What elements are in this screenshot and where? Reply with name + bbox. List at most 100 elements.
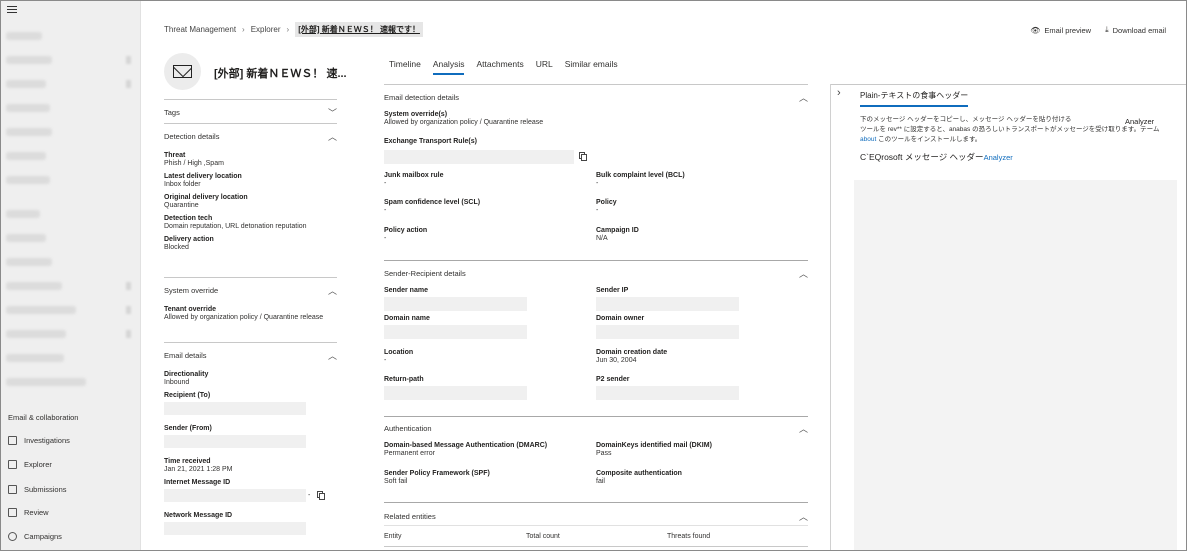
nav-item-campaigns[interactable]: Campaigns: [8, 532, 62, 541]
tags-section: Tags ﹀: [164, 99, 337, 119]
field-label: DomainKeys identified mail (DKIM): [596, 442, 712, 449]
header-textarea[interactable]: [854, 180, 1177, 550]
chevron-up-icon[interactable]: ︿: [328, 130, 337, 143]
breadcrumb-explorer[interactable]: Explorer: [251, 25, 281, 34]
detection-details-section: Detection details ︿ Threat Phish / High …: [164, 123, 337, 252]
tab-plain-text-header[interactable]: Plain-テキストの食事ヘッダー: [860, 90, 969, 107]
nav-item-redacted[interactable]: [6, 152, 46, 160]
column-header-total-count[interactable]: Total count: [526, 532, 560, 541]
detection-details-label: Detection details: [164, 132, 220, 141]
nav-item-redacted[interactable]: [6, 210, 40, 218]
nav-item-investigations[interactable]: Investigations: [8, 436, 70, 445]
nav-item-redacted[interactable]: [6, 330, 66, 338]
sender-name-redacted: [384, 297, 527, 311]
column-header-entity[interactable]: Entity: [384, 532, 402, 541]
tab-analysis[interactable]: Analysis: [432, 59, 465, 75]
related-entities-header[interactable]: Related entities ︿: [384, 510, 808, 523]
field-value: N/A: [596, 235, 608, 242]
field-label: Location: [384, 349, 414, 356]
field-label: Domain-based Message Authentication (DMA…: [384, 442, 548, 449]
nav-item-redacted[interactable]: [6, 282, 62, 290]
nav-item-redacted[interactable]: [6, 306, 76, 314]
chevron-up-icon[interactable]: ︿: [799, 510, 808, 523]
email-detection-label: Email detection details: [384, 93, 460, 102]
nav-item-redacted[interactable]: [6, 56, 52, 64]
chevron-right-icon: ›: [286, 25, 290, 34]
tab-timeline[interactable]: Timeline: [389, 59, 421, 75]
nav-item-explorer[interactable]: Explorer: [8, 460, 52, 469]
download-email-button[interactable]: ⤓ Download email: [1105, 25, 1166, 35]
field-label: Sender Policy Framework (SPF): [384, 470, 490, 477]
nav-item-submissions[interactable]: Submissions: [8, 485, 67, 494]
divider: [384, 502, 808, 503]
divider: [384, 416, 808, 417]
nav-item-review[interactable]: Review: [8, 508, 49, 517]
field-label: Policy action: [384, 227, 428, 234]
field-label: Original delivery location: [164, 194, 248, 202]
about-link[interactable]: about: [860, 136, 876, 143]
nav-item-redacted[interactable]: [6, 128, 52, 136]
domain-name-redacted: [384, 325, 527, 339]
pane-text-line: 下のメッセージ ヘッダーをコピーし、メッセージ ヘッダーを貼り付ける: [860, 116, 1072, 123]
nav-section-label: Email & collaboration: [8, 413, 79, 422]
domain-name-field: Domain name: [384, 315, 527, 339]
nav-item-redacted[interactable]: [6, 104, 50, 112]
email-details-section: Email details ︿ Directionality Inbound R…: [164, 342, 337, 536]
field-label: Latest delivery location: [164, 173, 242, 181]
analyzer-link[interactable]: Analyzer: [984, 153, 1013, 162]
chevron-up-icon[interactable]: ︿: [799, 422, 808, 435]
breadcrumb-threat-management[interactable]: Threat Management: [164, 25, 236, 34]
tab-similar-emails[interactable]: Similar emails: [565, 59, 618, 75]
chevron-up-icon[interactable]: ︿: [799, 267, 808, 280]
dkim-field: DomainKeys identified mail (DKIM) Pass: [596, 442, 712, 458]
email-detection-header[interactable]: Email detection details ︿: [384, 91, 808, 104]
nav-item-redacted[interactable]: [6, 234, 46, 242]
nav-item-redacted[interactable]: [6, 176, 50, 184]
download-email-label: Download email: [1112, 25, 1166, 35]
email-details-header[interactable]: Email details ︿: [164, 343, 337, 362]
tab-bar: Timeline Analysis Attachments URL Simila…: [389, 59, 630, 75]
chevron-down-icon[interactable]: ﹀: [328, 106, 337, 119]
field-label: Network Message ID: [164, 512, 233, 520]
mail-icon: [173, 65, 192, 78]
field-label: Delivery action: [164, 236, 214, 244]
p2-sender-field: P2 sender: [596, 376, 739, 400]
copy-icon[interactable]: [579, 152, 587, 161]
explorer-icon: [8, 460, 17, 469]
field-value: Inbox folder: [164, 181, 201, 189]
hamburger-menu-icon[interactable]: [7, 6, 17, 15]
nav-item-label: Investigations: [24, 436, 70, 445]
field-label: Domain owner: [596, 315, 645, 322]
copy-icon[interactable]: [317, 491, 326, 501]
nav-item-redacted[interactable]: [6, 258, 52, 266]
nav-item-label: Explorer: [24, 460, 52, 469]
nav-item-redacted[interactable]: [6, 32, 42, 40]
nav-item-label: Campaigns: [24, 532, 62, 541]
tags-header[interactable]: Tags ﹀: [164, 100, 337, 119]
composite-auth-field: Composite authentication fail: [596, 470, 682, 486]
chevron-right-icon[interactable]: ›: [837, 87, 841, 99]
nav-item-redacted[interactable]: [6, 354, 64, 362]
column-header-threats-found[interactable]: Threats found: [667, 532, 710, 541]
nav-item-redacted[interactable]: [6, 378, 86, 386]
app-window: Email & collaboration Investigations Exp…: [0, 0, 1187, 551]
detection-details-header[interactable]: Detection details ︿: [164, 124, 337, 143]
pane-analyzer-line: C`EQrosoft メッセージ ヘッダーAnalyzer: [860, 151, 1013, 163]
email-preview-button[interactable]: 👁 Email preview: [1030, 25, 1091, 35]
nav-item-redacted[interactable]: [6, 80, 46, 88]
sender-recipient-header[interactable]: Sender-Recipient details ︿: [384, 267, 808, 280]
tab-url[interactable]: URL: [536, 59, 553, 75]
system-override-header[interactable]: System override ︿: [164, 278, 337, 297]
policy-action-field: Policy action -: [384, 227, 427, 243]
field-value: -: [384, 235, 387, 242]
chevron-up-icon[interactable]: ︿: [328, 284, 337, 297]
nmid-redacted: [164, 522, 306, 536]
tab-attachments[interactable]: Attachments: [476, 59, 523, 75]
bcl-field: Bulk complaint level (BCL) -: [596, 172, 685, 188]
authentication-header[interactable]: Authentication ︿: [384, 422, 808, 435]
field-label: Junk mailbox rule: [384, 172, 444, 179]
chevron-up-icon[interactable]: ︿: [799, 91, 808, 104]
imid-row: -: [164, 489, 337, 503]
chevron-up-icon[interactable]: ︿: [328, 349, 337, 362]
divider: [384, 84, 808, 85]
